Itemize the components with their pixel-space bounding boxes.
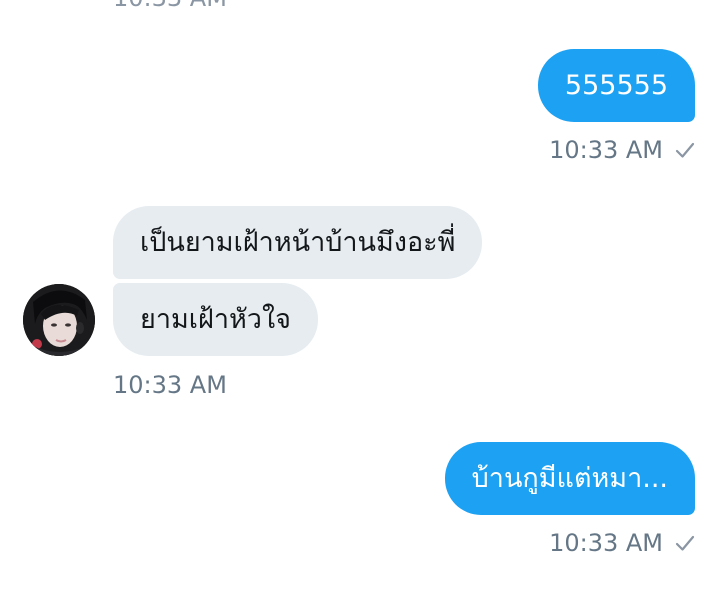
message-meta: 10:33 AM [113, 371, 227, 399]
message-timestamp: 10:33 AM [549, 529, 663, 557]
avatar[interactable] [23, 284, 95, 356]
message-text: 555555 [564, 70, 668, 101]
message-meta: 10:33 AM [549, 136, 695, 164]
message-text: ยามเฝ้าหัวใจ [140, 304, 291, 335]
message-meta: 10:33 AM [549, 529, 695, 557]
message-text: บ้านกูมีแต่หมา... [471, 463, 668, 494]
message-timestamp: 10:33 AM [549, 136, 663, 164]
message-timestamp: 10:33 AM [113, 0, 227, 12]
avatar-image [23, 284, 95, 356]
message-bubble-outgoing[interactable]: 555555 [537, 49, 695, 122]
message-bubble-outgoing[interactable]: บ้านกูมีแต่หมา... [444, 442, 695, 515]
message-bubble-incoming[interactable]: ยามเฝ้าหัวใจ [113, 283, 318, 356]
message-text: เป็นยามเฝ้าหน้าบ้านมึงอะพี่ [140, 227, 456, 258]
message-bubble-incoming[interactable]: เป็นยามเฝ้าหน้าบ้านมึงอะพี่ [113, 206, 483, 279]
check-icon [675, 535, 695, 551]
dm-conversation: 10:33 AM 555555 10:33 AM เป็นยามเฝ้าหน้า… [0, 0, 720, 598]
message-timestamp: 10:33 AM [113, 371, 227, 399]
check-icon [675, 142, 695, 158]
